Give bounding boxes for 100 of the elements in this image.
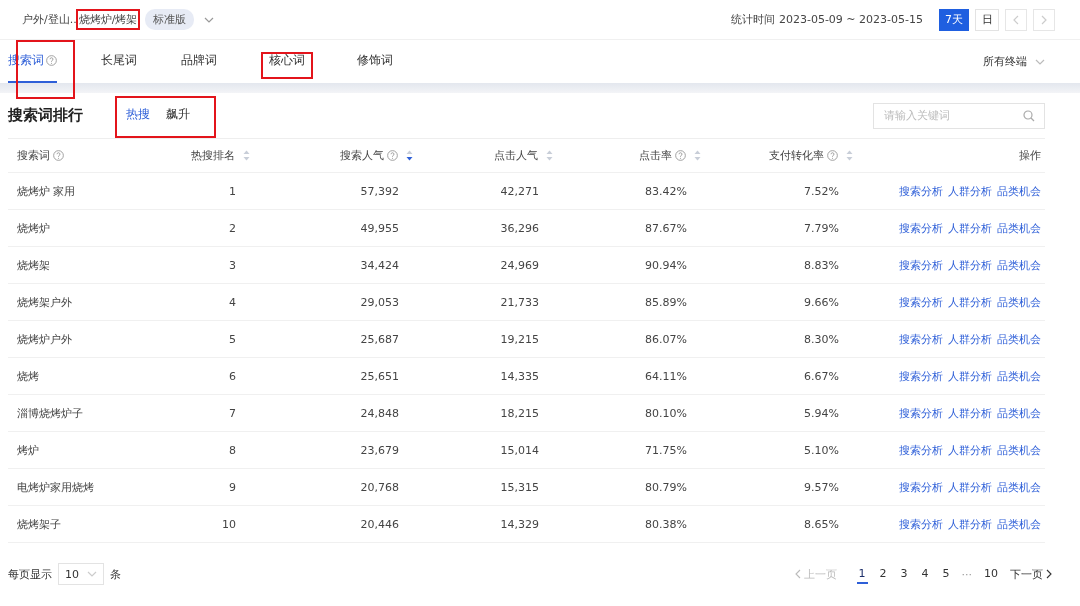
- action-link[interactable]: 品类机会: [997, 368, 1041, 384]
- table-cell: 4: [229, 295, 236, 309]
- action-link[interactable]: 品类机会: [997, 479, 1041, 495]
- help-icon: [53, 150, 64, 161]
- tab[interactable]: 修饰词: [357, 40, 393, 83]
- column-header[interactable]: 热搜排名: [191, 148, 235, 163]
- page-button[interactable]: 10: [982, 564, 1000, 584]
- period-button[interactable]: 日: [975, 8, 999, 31]
- column-header[interactable]: 支付转化率: [769, 148, 838, 163]
- subtab[interactable]: 飙升: [166, 93, 190, 138]
- period-button[interactable]: 7天: [939, 8, 969, 31]
- action-link[interactable]: 品类机会: [997, 257, 1041, 273]
- table-cell: 7.79%: [804, 221, 839, 235]
- page-button[interactable]: 5: [940, 564, 952, 584]
- table-cell: 烤炉: [17, 442, 39, 458]
- table-cell: 8: [229, 443, 236, 457]
- action-link[interactable]: 搜索分析: [899, 220, 943, 236]
- action-link[interactable]: 人群分析: [948, 442, 992, 458]
- action-link[interactable]: 品类机会: [997, 442, 1041, 458]
- action-link[interactable]: 搜索分析: [899, 405, 943, 421]
- help-icon: [46, 55, 57, 66]
- subtab[interactable]: 热搜: [126, 93, 150, 138]
- column-header[interactable]: 点击率: [639, 148, 686, 163]
- breadcrumb-item[interactable]: 烧烤炉/烤架: [78, 12, 138, 27]
- search-field[interactable]: 请输入关键词: [873, 102, 1045, 129]
- column-header[interactable]: 搜索词: [17, 148, 64, 163]
- table-cell: 烧烤: [17, 368, 39, 384]
- sort-icon[interactable]: [406, 150, 413, 161]
- table-cell: 1: [229, 184, 236, 198]
- action-link[interactable]: 人群分析: [948, 183, 992, 199]
- action-link[interactable]: 人群分析: [948, 368, 992, 384]
- table-cell: 34,424: [360, 258, 399, 272]
- chevron-right-icon: [1041, 14, 1047, 25]
- table-cell: 9: [229, 480, 236, 494]
- action-link[interactable]: 品类机会: [997, 516, 1041, 532]
- tab[interactable]: 品牌词: [181, 40, 217, 83]
- table-cell: 19,215: [500, 332, 539, 346]
- table-cell: 10: [222, 517, 236, 531]
- action-link[interactable]: 品类机会: [997, 183, 1041, 199]
- table-cell: 5.94%: [804, 406, 839, 420]
- table-cell: 9.57%: [804, 480, 839, 494]
- action-link[interactable]: 搜索分析: [899, 442, 943, 458]
- table-cell: 电烤炉家用烧烤: [17, 479, 94, 495]
- action-link[interactable]: 搜索分析: [899, 479, 943, 495]
- table-cell: 57,392: [360, 184, 399, 198]
- next-button[interactable]: [1033, 8, 1055, 31]
- chevron-down-icon[interactable]: [204, 16, 215, 23]
- action-link[interactable]: 搜索分析: [899, 257, 943, 273]
- column-header[interactable]: 点击人气: [494, 148, 538, 163]
- action-link[interactable]: 品类机会: [997, 405, 1041, 421]
- page-size-unit: 条: [110, 566, 121, 582]
- page-button[interactable]: 3: [898, 564, 910, 584]
- previous-button[interactable]: [1005, 8, 1027, 31]
- table-cell: 20,446: [360, 517, 399, 531]
- table-cell: 8.30%: [804, 332, 839, 346]
- tab[interactable]: 核心词: [269, 40, 305, 83]
- action-link[interactable]: 搜索分析: [899, 294, 943, 310]
- table-cell: 85.89%: [645, 295, 687, 309]
- stat-period-label: 统计时间 2023-05-09 ~ 2023-05-15: [731, 12, 923, 27]
- next-page-button[interactable]: 下一页: [1010, 566, 1052, 582]
- table-cell: 80.38%: [645, 517, 687, 531]
- action-link[interactable]: 搜索分析: [899, 368, 943, 384]
- table-cell: 5.10%: [804, 443, 839, 457]
- action-link[interactable]: 品类机会: [997, 220, 1041, 236]
- action-link[interactable]: 品类机会: [997, 331, 1041, 347]
- help-icon: [827, 150, 838, 161]
- table-cell: 29,053: [360, 295, 399, 309]
- page-size-select[interactable]: 10: [58, 563, 104, 585]
- action-link[interactable]: 搜索分析: [899, 183, 943, 199]
- help-icon: [675, 150, 686, 161]
- action-link[interactable]: 人群分析: [948, 405, 992, 421]
- table-cell: 烧烤炉户外: [17, 331, 72, 347]
- column-header[interactable]: 搜索人气: [340, 148, 398, 163]
- action-link[interactable]: 人群分析: [948, 331, 992, 347]
- action-link[interactable]: 品类机会: [997, 294, 1041, 310]
- page-button[interactable]: 1: [856, 564, 868, 584]
- action-link[interactable]: 人群分析: [948, 257, 992, 273]
- terminal-select[interactable]: 所有终端: [983, 40, 1045, 83]
- page-button[interactable]: 4: [919, 564, 931, 584]
- page-button[interactable]: 2: [877, 564, 889, 584]
- action-link[interactable]: 搜索分析: [899, 516, 943, 532]
- table-cell: 3: [229, 258, 236, 272]
- chevron-down-icon: [87, 571, 97, 577]
- page-ellipsis: ···: [961, 567, 972, 581]
- table-cell: 6.67%: [804, 369, 839, 383]
- action-link[interactable]: 人群分析: [948, 294, 992, 310]
- column-header[interactable]: 操作: [1019, 148, 1041, 163]
- action-link[interactable]: 人群分析: [948, 479, 992, 495]
- breadcrumb-item[interactable]: 户外/登山..: [22, 12, 77, 27]
- table-cell: 24,969: [500, 258, 539, 272]
- action-link[interactable]: 人群分析: [948, 220, 992, 236]
- table-cell: 64.11%: [645, 369, 687, 383]
- action-link[interactable]: 人群分析: [948, 516, 992, 532]
- action-link[interactable]: 搜索分析: [899, 331, 943, 347]
- chevron-down-icon: [1035, 58, 1045, 65]
- table-cell: 烧烤架户外: [17, 294, 72, 310]
- table-cell: 83.42%: [645, 184, 687, 198]
- tab[interactable]: 长尾词: [101, 40, 137, 83]
- page-size-label: 每页显示: [8, 566, 52, 582]
- table-cell: 7: [229, 406, 236, 420]
